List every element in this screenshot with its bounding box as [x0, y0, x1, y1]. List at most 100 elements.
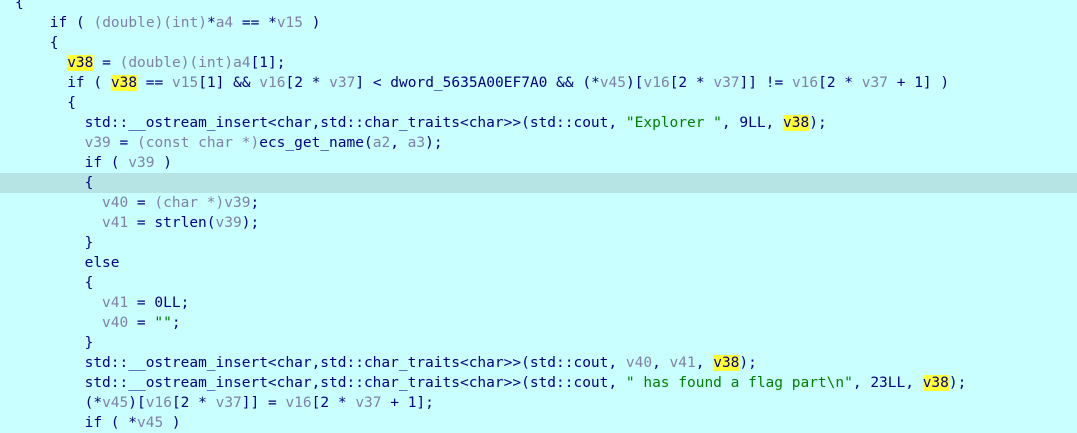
code-line[interactable]: v41 = strlen(v39); — [0, 213, 1077, 233]
identifier[interactable]: std::cout — [530, 375, 609, 391]
highlighted-variable[interactable]: v38 — [783, 115, 810, 131]
variable[interactable]: v45 — [102, 395, 128, 411]
operator: , — [608, 375, 626, 391]
code-line[interactable]: if ( v39 ) — [0, 153, 1077, 173]
code-line-content: (*v45)[v16[2 * v37]] = v16[2 * v37 + 1]; — [85, 393, 434, 413]
variable[interactable]: v16 — [643, 75, 669, 91]
operator: ]] = — [241, 395, 286, 411]
variable[interactable]: v16 — [146, 395, 172, 411]
variable[interactable]: v41 — [102, 215, 128, 231]
code-line[interactable]: { — [0, 93, 1077, 113]
variable[interactable]: v37 — [216, 395, 242, 411]
code-line-content: { — [50, 33, 59, 53]
string-literal[interactable]: "" — [154, 315, 171, 331]
code-line[interactable]: { — [0, 273, 1077, 293]
identifier[interactable]: std::cout — [530, 355, 609, 371]
code-line-content: std::__ostream_insert<char,std::char_tra… — [85, 113, 827, 133]
keyword[interactable]: if — [85, 415, 102, 431]
keyword[interactable]: else — [85, 255, 120, 271]
operator: && (* — [547, 75, 600, 91]
code-line[interactable]: v39 = (const char *)ecs_get_name(a2, a3)… — [0, 133, 1077, 153]
code-line[interactable]: std::__ostream_insert<char,std::char_tra… — [0, 353, 1077, 373]
code-line[interactable]: (*v45)[v16[2 * v37]] = v16[2 * v37 + 1]; — [0, 393, 1077, 413]
variable[interactable]: v41 — [102, 295, 128, 311]
variable[interactable]: (const char *) — [137, 135, 259, 151]
variable[interactable]: v40 — [626, 355, 652, 371]
pseudocode-editor[interactable]: {if ( (double)(int)*a4 == *v15 ){v38 = (… — [0, 0, 1077, 431]
code-line[interactable]: std::__ostream_insert<char,std::char_tra… — [0, 113, 1077, 133]
variable[interactable]: v39 — [224, 195, 250, 211]
identifier[interactable]: std::__ostream_insert<char,std::char_tra… — [85, 115, 522, 131]
operator: ) — [163, 415, 181, 431]
variable[interactable]: (double)(int) — [93, 15, 207, 31]
variable[interactable]: v37 — [355, 395, 381, 411]
string-literal[interactable]: " has found a flag part\n" — [626, 375, 853, 391]
code-line[interactable]: { — [0, 0, 1077, 13]
identifier[interactable]: { — [15, 0, 24, 11]
variable[interactable]: v39 — [216, 215, 242, 231]
operator: = — [128, 195, 155, 211]
code-line[interactable]: { — [0, 33, 1077, 53]
variable[interactable]: v39 — [128, 155, 154, 171]
variable[interactable]: v15 — [277, 15, 303, 31]
variable[interactable]: v16 — [285, 395, 311, 411]
string-literal[interactable]: "Explorer " — [626, 115, 722, 131]
operator: == — [137, 75, 172, 91]
operator: == * — [233, 15, 277, 31]
variable[interactable]: v40 — [102, 195, 128, 211]
variable[interactable]: v41 — [670, 355, 696, 371]
code-line[interactable]: v40 = (char *)v39; — [0, 193, 1077, 213]
operator: { — [84, 175, 94, 191]
identifier[interactable]: std::cout — [530, 115, 609, 131]
variable[interactable]: v37 — [862, 75, 888, 91]
code-line[interactable]: std::__ostream_insert<char,std::char_tra… — [0, 373, 1077, 393]
keyword[interactable]: if — [85, 155, 102, 171]
variable[interactable]: a4 — [216, 15, 233, 31]
code-line[interactable]: } — [0, 333, 1077, 353]
code-line[interactable]: v40 = ""; — [0, 313, 1077, 333]
identifier[interactable]: dword_5635A00EF7A0 — [390, 75, 547, 91]
code-line-current[interactable]: { — [0, 173, 1077, 193]
code-line[interactable]: v41 = 0LL; — [0, 293, 1077, 313]
variable[interactable]: (double)(int) — [120, 55, 234, 71]
operator: ( — [363, 135, 373, 151]
variable[interactable]: v16 — [792, 75, 818, 91]
highlighted-variable[interactable]: v38 — [713, 355, 740, 371]
operator: { — [84, 275, 94, 291]
variable[interactable]: v40 — [102, 315, 128, 331]
highlighted-variable[interactable]: v38 — [67, 55, 94, 71]
operator: [2 * — [669, 75, 714, 91]
code-line[interactable]: if ( v38 == v15[1] && v16[2 * v37] < dwo… — [0, 73, 1077, 93]
variable[interactable]: v45 — [137, 415, 163, 431]
variable[interactable]: v37 — [713, 75, 739, 91]
variable[interactable]: v45 — [600, 75, 626, 91]
identifier[interactable]: strlen — [154, 215, 206, 231]
code-line[interactable]: if ( *v45 ) — [0, 413, 1077, 433]
variable[interactable]: a4 — [233, 55, 250, 71]
identifier[interactable]: std::__ostream_insert<char,std::char_tra… — [85, 375, 522, 391]
operator: [1] && — [198, 75, 260, 91]
highlighted-variable[interactable]: v38 — [922, 375, 949, 391]
variable[interactable]: v16 — [259, 75, 285, 91]
code-line-content: { — [15, 0, 24, 13]
variable[interactable]: v37 — [329, 75, 355, 91]
keyword[interactable]: if — [50, 15, 67, 31]
code-line-content: } — [85, 333, 94, 353]
code-line-content: if ( (double)(int)*a4 == *v15 ) — [50, 13, 321, 33]
code-line-content: v39 = (const char *)ecs_get_name(a2, a3)… — [85, 133, 443, 153]
variable[interactable]: v39 — [85, 135, 111, 151]
identifier[interactable]: std::__ostream_insert<char,std::char_tra… — [85, 355, 522, 371]
code-line[interactable]: if ( (double)(int)*a4 == *v15 ) — [0, 13, 1077, 33]
variable[interactable]: a3 — [408, 135, 425, 151]
variable[interactable]: (char *) — [154, 195, 224, 211]
code-line[interactable]: else — [0, 253, 1077, 273]
code-line[interactable]: v38 = (double)(int)a4[1]; — [0, 53, 1077, 73]
code-line-content: std::__ostream_insert<char,std::char_tra… — [85, 353, 757, 373]
keyword[interactable]: if — [67, 75, 84, 91]
highlighted-variable[interactable]: v38 — [110, 75, 138, 91]
code-line[interactable]: } — [0, 233, 1077, 253]
variable[interactable]: a2 — [373, 135, 390, 151]
variable[interactable]: v15 — [172, 75, 198, 91]
identifier[interactable]: ecs_get_name — [259, 135, 364, 151]
operator: { — [67, 95, 76, 111]
